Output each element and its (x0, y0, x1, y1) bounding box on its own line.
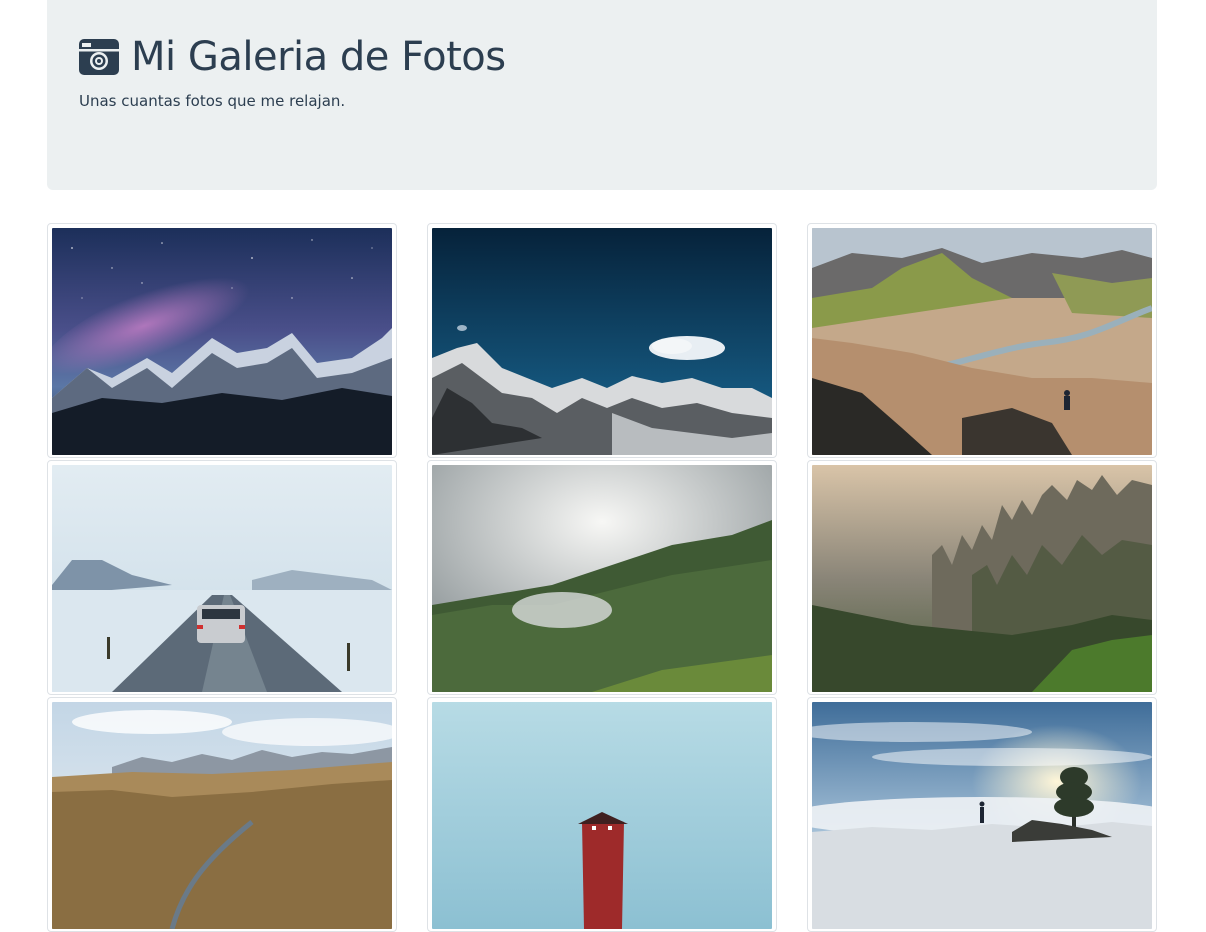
header-jumbotron: Mi Galeria de Fotos Unas cuantas fotos q… (47, 0, 1157, 190)
thumbnail[interactable] (427, 460, 777, 695)
photo-red-cabin-blue-sky[interactable] (432, 702, 772, 929)
photo-car-snowy-road[interactable] (52, 465, 392, 692)
photo-milky-way-mountains[interactable] (52, 228, 392, 455)
page-container: Mi Galeria de Fotos Unas cuantas fotos q… (47, 0, 1157, 932)
thumbnail[interactable] (807, 460, 1157, 695)
page-subtitle: Unas cuantas fotos que me relajan. (79, 92, 346, 110)
camera-icon (79, 39, 119, 75)
photo-foggy-green-hills[interactable] (432, 465, 772, 692)
thumbnail[interactable] (807, 697, 1157, 932)
thumbnail[interactable] (807, 223, 1157, 458)
thumbnail[interactable] (47, 460, 397, 695)
photo-misty-rock-pillars[interactable] (812, 465, 1152, 692)
thumbnail[interactable] (427, 697, 777, 932)
photo-dry-grassland-stream[interactable] (52, 702, 392, 929)
thumbnail[interactable] (47, 223, 397, 458)
photo-sunrise-tree-clouds[interactable] (812, 702, 1152, 929)
thumbnail[interactable] (427, 223, 777, 458)
title-row: Mi Galeria de Fotos (79, 34, 1125, 80)
photo-river-valley-hiker[interactable] (812, 228, 1152, 455)
photo-snowy-peaks-blue-sky[interactable] (432, 228, 772, 455)
thumbnail[interactable] (47, 697, 397, 932)
page-title: Mi Galeria de Fotos (131, 34, 506, 80)
